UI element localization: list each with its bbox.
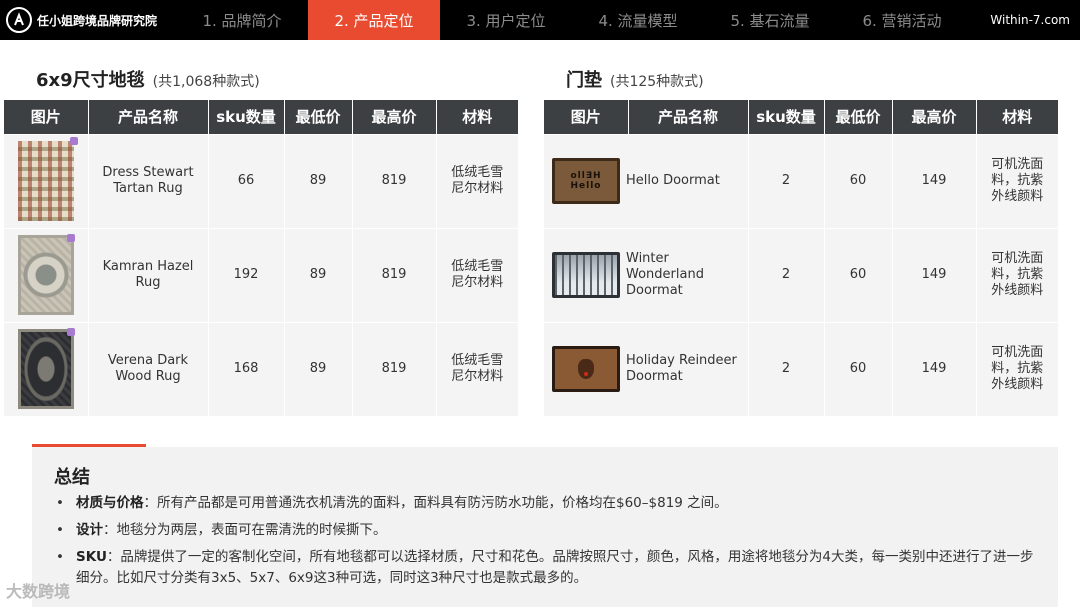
summary-title: 总结 bbox=[54, 467, 90, 488]
sku-count: 2 bbox=[748, 133, 825, 228]
col-image: 图片 bbox=[544, 100, 629, 134]
product-name: Kamran Hazel Rug bbox=[88, 227, 209, 322]
sku-count: 66 bbox=[208, 133, 285, 228]
hello-doormat-thumbnail[interactable]: oll∃H Hello bbox=[552, 158, 620, 204]
col-min-price: 最低价 bbox=[824, 100, 893, 134]
product-name: Holiday Reindeer Doormat bbox=[626, 353, 737, 385]
max-price: 819 bbox=[352, 227, 437, 322]
item-label: SKU bbox=[76, 549, 107, 565]
col-max-price: 最高价 bbox=[892, 100, 977, 134]
image-badge-icon bbox=[66, 328, 75, 337]
table-row: Verena Dark Wood Rug 168 89 819 低绒毛雪尼尔材料 bbox=[4, 321, 518, 416]
doormats-section-title: 门垫 (共125种款式) bbox=[566, 66, 704, 92]
min-price: 89 bbox=[284, 321, 353, 416]
image-badge-icon bbox=[69, 137, 78, 145]
col-min-price: 最低价 bbox=[284, 100, 353, 134]
sku-count: 2 bbox=[748, 227, 825, 322]
brand-name: 任小姐跨境品牌研究院 bbox=[37, 13, 158, 28]
image-badge-icon bbox=[66, 234, 75, 242]
watermark: 大数跨境 bbox=[6, 582, 71, 601]
sku-count: 192 bbox=[208, 227, 285, 322]
summary-panel: 总结 材质与价格：所有产品都是可用普通洗衣机清洗的面料，面料具有防污防水功能，价… bbox=[32, 447, 1058, 607]
doormats-table: 图片 产品名称 sku数量 最低价 最高价 材料 oll∃H Hello Hel… bbox=[544, 100, 1058, 416]
winter-doormat-thumbnail[interactable] bbox=[552, 252, 620, 298]
top-nav-bar: 任小姐跨境品牌研究院 1. 品牌简介 2. 产品定位 3. 用户定位 4. 流量… bbox=[0, 0, 1080, 40]
rugs-table: 图片 产品名称 sku数量 最低价 最高价 材料 Dress Stewart T… bbox=[4, 100, 518, 416]
doormats-title: 门垫 bbox=[566, 70, 602, 91]
item-text: ：所有产品都是可用普通洗衣机清洗的面料，面料具有防污防水功能，价格均在$60–$… bbox=[143, 495, 728, 511]
rugs-section-title: 6x9尺寸地毯 (共1,068种款式) bbox=[36, 66, 260, 92]
summary-list: 材质与价格：所有产品都是可用普通洗衣机清洗的面料，面料具有防污防水功能，价格均在… bbox=[54, 493, 1044, 595]
tab-traffic-model[interactable]: 4. 流量模型 bbox=[572, 0, 704, 40]
col-material: 材料 bbox=[976, 100, 1058, 134]
max-price: 819 bbox=[352, 321, 437, 416]
medallion-rug-thumbnail[interactable] bbox=[17, 234, 75, 315]
table-row: Winter Wonderland Doormat 2 60 149 可机洗面料… bbox=[544, 227, 1058, 322]
list-item: 设计：地毯分为两层，表面可在需清洗的时候撕下。 bbox=[54, 520, 1044, 541]
site-url: Within-7.com bbox=[990, 13, 1070, 27]
max-price: 149 bbox=[892, 133, 977, 228]
table-row: Dress Stewart Tartan Rug 66 89 819 低绒毛雪尼… bbox=[4, 133, 518, 228]
material: 可机洗面料，抗紫外线颜料 bbox=[976, 227, 1058, 322]
reindeer-icon bbox=[578, 359, 594, 380]
table-header-row: 图片 产品名称 sku数量 最低价 最高价 材料 bbox=[544, 100, 1058, 134]
tab-cornerstone-traffic[interactable]: 5. 基石流量 bbox=[704, 0, 836, 40]
material: 可机洗面料，抗紫外线颜料 bbox=[976, 321, 1058, 416]
item-text: ：地毯分为两层，表面可在需清洗的时候撕下。 bbox=[103, 522, 387, 538]
table-header-row: 图片 产品名称 sku数量 最低价 最高价 材料 bbox=[4, 100, 518, 134]
dark-rug-thumbnail[interactable] bbox=[17, 328, 75, 410]
product-name: Winter Wonderland Doormat bbox=[626, 251, 704, 298]
brand[interactable]: 任小姐跨境品牌研究院 bbox=[0, 0, 176, 40]
col-max-price: 最高价 bbox=[352, 100, 437, 134]
item-text: ：品牌提供了一定的客制化空间，所有地毯都可以选择材质，尺寸和花色。品牌按照尺寸，… bbox=[76, 549, 1034, 586]
rugs-title: 6x9尺寸地毯 bbox=[36, 70, 145, 91]
item-label: 材质与价格 bbox=[76, 495, 144, 511]
rugs-subtitle: (共1,068种款式) bbox=[152, 74, 260, 90]
min-price: 60 bbox=[824, 133, 893, 228]
material: 低绒毛雪尼尔材料 bbox=[436, 321, 518, 416]
material: 低绒毛雪尼尔材料 bbox=[436, 227, 518, 322]
product-name: Dress Stewart Tartan Rug bbox=[88, 133, 209, 228]
mat-print-text: oll∃H Hello bbox=[570, 171, 602, 191]
item-label: 设计 bbox=[76, 522, 103, 538]
col-image: 图片 bbox=[4, 100, 89, 134]
doormats-subtitle: (共125种款式) bbox=[610, 74, 704, 90]
list-item: SKU：品牌提供了一定的客制化空间，所有地毯都可以选择材质，尺寸和花色。品牌按照… bbox=[54, 547, 1044, 589]
list-item: 材质与价格：所有产品都是可用普通洗衣机清洗的面料，面料具有防污防水功能，价格均在… bbox=[54, 493, 1044, 514]
tab-product-positioning[interactable]: 2. 产品定位 bbox=[308, 0, 440, 40]
min-price: 60 bbox=[824, 227, 893, 322]
reindeer-doormat-thumbnail[interactable] bbox=[552, 346, 620, 393]
col-material: 材料 bbox=[436, 100, 518, 134]
min-price: 60 bbox=[824, 321, 893, 416]
tab-marketing[interactable]: 6. 营销活动 bbox=[836, 0, 968, 40]
material: 低绒毛雪尼尔材料 bbox=[436, 133, 518, 228]
product-name: Verena Dark Wood Rug bbox=[88, 321, 209, 416]
col-sku: sku数量 bbox=[208, 100, 285, 134]
col-product-name: 产品名称 bbox=[628, 100, 749, 134]
max-price: 819 bbox=[352, 133, 437, 228]
col-product-name: 产品名称 bbox=[88, 100, 209, 134]
table-row: oll∃H Hello Hello Doormat 2 60 149 可机洗面料… bbox=[544, 133, 1058, 228]
tab-user-positioning[interactable]: 3. 用户定位 bbox=[440, 0, 572, 40]
sku-count: 2 bbox=[748, 321, 825, 416]
plaid-rug-thumbnail[interactable] bbox=[17, 137, 78, 221]
product-name: Hello Doormat bbox=[626, 173, 720, 188]
brand-logo-icon bbox=[6, 7, 32, 33]
col-sku: sku数量 bbox=[748, 100, 825, 134]
sku-count: 168 bbox=[208, 321, 285, 416]
table-row: Kamran Hazel Rug 192 89 819 低绒毛雪尼尔材料 bbox=[4, 227, 518, 322]
min-price: 89 bbox=[284, 133, 353, 228]
max-price: 149 bbox=[892, 227, 977, 322]
max-price: 149 bbox=[892, 321, 977, 416]
tab-brand-intro[interactable]: 1. 品牌简介 bbox=[176, 0, 308, 40]
min-price: 89 bbox=[284, 227, 353, 322]
material: 可机洗面料，抗紫外线颜料 bbox=[976, 133, 1058, 228]
table-row: Holiday Reindeer Doormat 2 60 149 可机洗面料，… bbox=[544, 321, 1058, 416]
